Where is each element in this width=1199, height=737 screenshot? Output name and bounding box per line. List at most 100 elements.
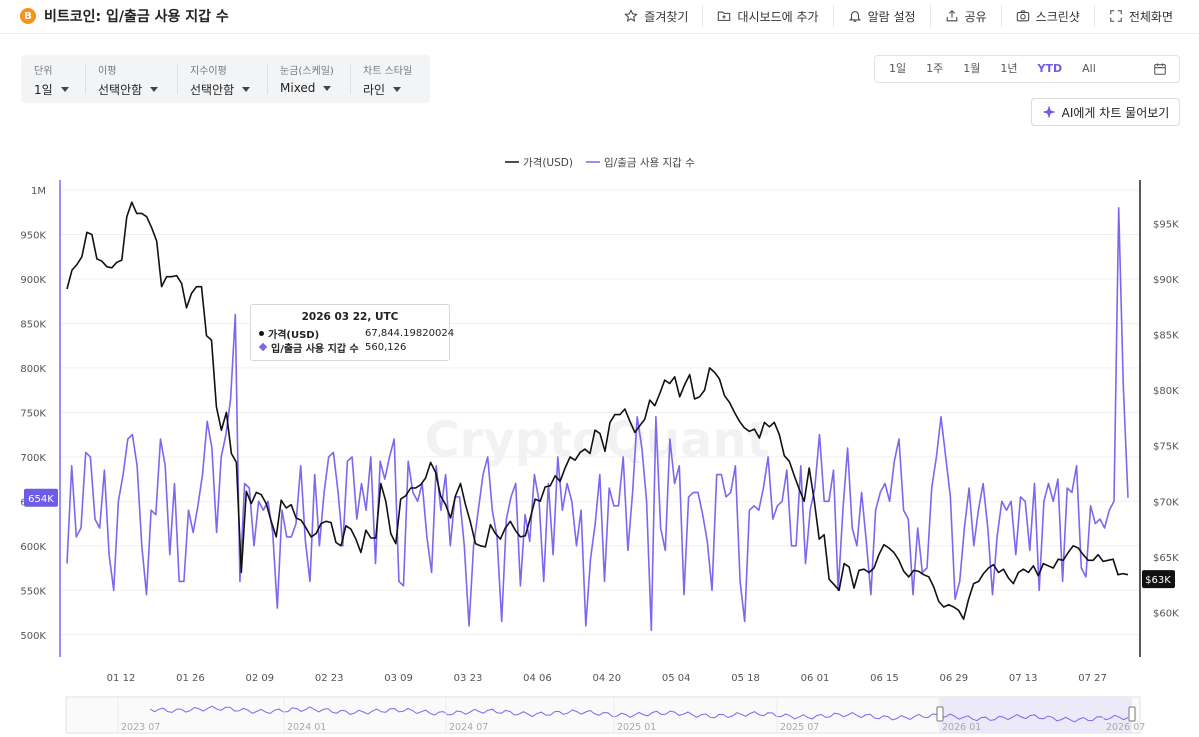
share-icon — [946, 10, 957, 22]
range-all[interactable]: All — [1072, 55, 1106, 83]
navigator-label: 2026 07 — [1106, 722, 1145, 733]
alert-settings-label: 알람 설정 — [867, 9, 916, 24]
fullscreen-label: 전체화면 — [1128, 9, 1173, 24]
chart-tooltip: 2026 03 22, UTC 가격(USD) 67,844.19820024 … — [250, 304, 454, 361]
right-tick-label: $85K — [1153, 331, 1179, 342]
exp-moving-average-select[interactable]: 지수이평 선택안함 — [177, 55, 267, 103]
x-tick-label: 06 15 — [870, 673, 899, 684]
left-axis: 1M950K900K850K800K750K700K650K600K550K50… — [20, 180, 61, 657]
share-button[interactable]: 공유 — [929, 5, 1001, 27]
range-1y[interactable]: 1년 — [990, 55, 1027, 83]
alert-settings-button[interactable]: 알람 설정 — [832, 5, 930, 27]
favorite-label: 즐겨찾기 — [644, 9, 689, 24]
camera-icon — [1016, 10, 1029, 22]
right-tick-label: $75K — [1153, 442, 1179, 453]
tooltip-price-label: 가격(USD) — [268, 329, 320, 341]
chart-controls: 단위 1일 이평 선택안함 지수이평 선택안함 눈금(스케일) Mixed 차트… — [21, 55, 430, 103]
moving-average-label: 이평 — [98, 66, 117, 77]
price-series-line — [66, 201, 1129, 621]
chevron-down-icon — [242, 87, 251, 92]
star-icon — [624, 9, 639, 22]
add-to-dashboard-label: 대시보드에 추가 — [737, 9, 819, 24]
range-ytd[interactable]: YTD — [1028, 55, 1073, 83]
scale-select[interactable]: 눈금(스케일) Mixed — [267, 55, 350, 103]
x-tick-label: 07 13 — [1009, 673, 1038, 684]
x-tick-label: 04 20 — [592, 673, 621, 684]
left-tick-label: 900K — [20, 275, 46, 286]
wallet-diamond-icon — [258, 342, 268, 352]
x-tick-label: 01 12 — [107, 673, 136, 684]
grid — [60, 189, 1140, 636]
navigator-label: 2024 07 — [449, 722, 488, 733]
x-tick-label: 02 23 — [315, 673, 344, 684]
range-selector: 1일 1주 1월 1년 YTD All — [874, 55, 1180, 83]
x-tick-label: 01 26 — [176, 673, 205, 684]
chevron-down-icon — [150, 87, 159, 92]
sparkle-icon — [1042, 105, 1056, 119]
range-1w[interactable]: 1주 — [916, 55, 953, 83]
chevron-down-icon — [60, 87, 69, 92]
x-tick-label: 06 01 — [801, 673, 830, 684]
ask-ai-button[interactable]: AI에게 차트 물어보기 — [1031, 98, 1180, 126]
screenshot-label: 스크린샷 — [1035, 9, 1080, 24]
page-title: 비트코인: 입/출금 사용 지갑 수 — [44, 9, 229, 25]
unit-value: 1일 — [34, 83, 53, 97]
share-label: 공유 — [964, 9, 987, 24]
x-tick-label: 07 27 — [1078, 673, 1107, 684]
title-area: B 비트코인: 입/출금 사용 지갑 수 — [20, 6, 229, 26]
header-actions: 즐겨찾기 대시보드에 추가 알람 설정 공유 스크린샷 전체화면 — [610, 5, 1187, 27]
bell-icon — [848, 11, 861, 22]
top-bar: B 비트코인: 입/출금 사용 지갑 수 즐겨찾기 대시보드에 추가 알람 설정… — [0, 0, 1199, 34]
tooltip-price-value: 67,844.19820024 — [365, 327, 455, 339]
right-tick-label: $95K — [1153, 219, 1179, 230]
price-dot-icon — [259, 330, 264, 336]
navigator-label: 2025 07 — [780, 722, 819, 733]
scale-label: 눈금(스케일) — [280, 66, 334, 77]
left-tick-label: 600K — [20, 542, 46, 553]
favorite-button[interactable]: 즐겨찾기 — [610, 5, 702, 27]
left-tick-label: 550K — [20, 586, 46, 597]
ask-ai-label: AI에게 차트 물어보기 — [1061, 105, 1170, 120]
chevron-down-icon — [323, 85, 332, 91]
chart-area[interactable]: 가격(USD) 입/출금 사용 지갑 수 CryptoQuant 1M 950K 9… — [0, 140, 1199, 737]
range-1d[interactable]: 1일 — [879, 55, 916, 83]
x-tick-label: 03 23 — [454, 673, 483, 684]
fullscreen-button[interactable]: 전체화면 — [1093, 5, 1187, 27]
exp-moving-average-label: 지수이평 — [190, 66, 227, 77]
chart-style-select[interactable]: 차트 스타일 라인 — [350, 55, 430, 103]
unit-select[interactable]: 단위 1일 — [21, 55, 85, 103]
navigator-label: 2026 01 — [942, 722, 981, 733]
navigator-label: 2024 01 — [287, 722, 326, 733]
scale-value: Mixed — [280, 81, 316, 95]
screenshot-button[interactable]: 스크린샷 — [1000, 5, 1094, 27]
navigator-label: 2023 07 — [121, 722, 160, 733]
add-to-dashboard-button[interactable]: 대시보드에 추가 — [702, 5, 832, 27]
chevron-down-icon — [393, 87, 402, 92]
right-tick-label: $70K — [1153, 497, 1179, 508]
left-tick-label: 850K — [20, 319, 46, 330]
range-navigator[interactable]: 2023 07 2024 01 2024 07 2025 01 2025 07 2026 … — [65, 696, 1145, 734]
right-tick-label: $65K — [1153, 553, 1179, 564]
exp-moving-average-value: 선택안함 — [190, 83, 235, 97]
x-tick-label: 03 09 — [384, 673, 413, 684]
left-tick-label: 1M — [31, 186, 46, 197]
moving-average-select[interactable]: 이평 선택안함 — [85, 55, 177, 103]
left-current-value: 654K — [28, 494, 54, 505]
right-tick-label: $80K — [1153, 386, 1179, 397]
calendar-icon[interactable] — [1153, 62, 1167, 76]
navigator-handle — [936, 706, 944, 722]
fullscreen-icon — [1110, 10, 1122, 22]
watermark: CryptoQuant — [425, 412, 770, 468]
right-tick-label: $60K — [1153, 609, 1179, 620]
x-tick-label: 05 18 — [731, 673, 760, 684]
range-1m[interactable]: 1월 — [953, 55, 990, 83]
navigator-handle — [1128, 706, 1136, 722]
tooltip-date: 2026 03 22, UTC — [301, 311, 399, 323]
unit-label: 단위 — [34, 66, 53, 77]
x-tick-label: 06 29 — [939, 673, 968, 684]
left-tick-label: 750K — [20, 408, 46, 419]
left-tick-label: 500K — [20, 631, 46, 642]
x-axis: 01 12 01 26 02 09 02 23 03 09 03 23 04 06 04 20… — [107, 673, 1107, 684]
chart-style-value: 라인 — [363, 83, 386, 97]
left-tick-label: 700K — [20, 453, 46, 464]
